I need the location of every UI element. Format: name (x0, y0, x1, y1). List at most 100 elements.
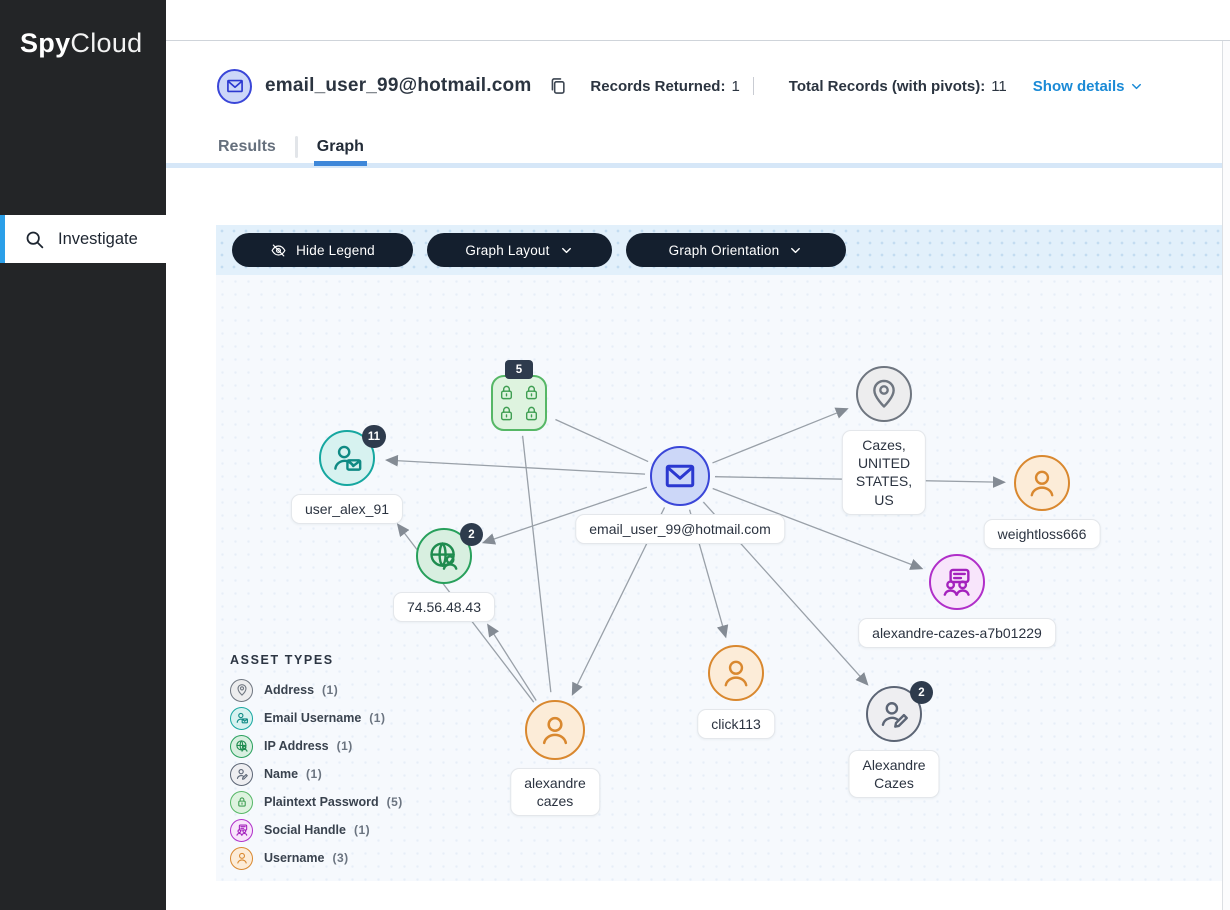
records-returned-label: Records Returned: (590, 78, 725, 95)
show-details-label: Show details (1033, 78, 1125, 95)
legend-item-label: Name (264, 767, 298, 781)
username-icon (1025, 466, 1059, 500)
graph-node-label-alexandre[interactable]: alexandre cazes (510, 768, 600, 816)
tab-graph[interactable]: Graph (317, 138, 364, 156)
graph-node-label-email[interactable]: email_user_99@hotmail.com (575, 514, 785, 544)
address-icon (867, 377, 901, 411)
show-details-link[interactable]: Show details (1033, 78, 1145, 95)
total-records-stat: Total Records (with pivots): 11 (789, 78, 1007, 95)
legend-title: ASSET TYPES (230, 653, 403, 667)
logo-bold: Spy (20, 28, 70, 58)
social-icon (940, 565, 974, 599)
eye-off-icon (270, 242, 287, 259)
records-returned-value: 1 (731, 78, 739, 95)
total-records-label: Total Records (with pivots): (789, 78, 985, 95)
email-type-icon (217, 69, 252, 104)
ip-icon (230, 735, 253, 758)
graph-node-weightloss666[interactable] (1014, 455, 1070, 511)
graph-node-label-weightloss666[interactable]: weightloss666 (984, 519, 1101, 549)
hide-legend-label: Hide Legend (296, 243, 375, 258)
graph-node-name[interactable]: 2 (866, 686, 922, 742)
legend-item-label: Email Username (264, 711, 361, 725)
password-locks-icon (496, 382, 542, 424)
graph-orientation-label: Graph Orientation (669, 243, 780, 258)
legend-item-count: (1) (369, 711, 385, 725)
username-icon (719, 656, 753, 690)
top-bar (166, 0, 1230, 41)
graph-node-user_alex_91[interactable]: 11 (319, 430, 375, 486)
graph-panel: Hide Legend Graph Layout Graph Orientati… (216, 225, 1226, 881)
graph-canvas[interactable]: ASSET TYPES Address(1)Email Username(1)I… (216, 275, 1226, 881)
graph-node-label-name[interactable]: Alexandre Cazes (848, 750, 939, 798)
total-records-value: 11 (991, 78, 1007, 95)
graph-node-label-click113[interactable]: click113 (697, 709, 775, 739)
legend-item-count: (1) (306, 767, 322, 781)
legend-item-count: (1) (322, 683, 338, 697)
sidebar-item-investigate[interactable]: Investigate (0, 215, 166, 263)
legend-item-name: Name (1) (230, 760, 403, 788)
legend: ASSET TYPES Address(1)Email Username(1)I… (230, 653, 403, 872)
node-badge: 2 (460, 523, 483, 546)
graph-node-label-address[interactable]: Cazes, UNITED STATES, US (842, 430, 926, 515)
graph-node-label-ip[interactable]: 74.56.48.43 (393, 592, 495, 622)
legend-item-label: Plaintext Password (264, 795, 379, 809)
graph-node-email[interactable] (650, 446, 710, 506)
email-icon (662, 458, 698, 494)
node-badge: 5 (505, 360, 533, 379)
tab-divider (295, 136, 298, 158)
graph-node-social[interactable] (929, 554, 985, 610)
username-icon (230, 847, 253, 870)
legend-items: Address (1) Email Username (1) IP Address (1)… (230, 676, 403, 872)
app-root: SpyCloud Investigate email_user_99@hotma… (0, 0, 1230, 910)
legend-item-label: Username (264, 851, 324, 865)
legend-item-label: IP Address (264, 739, 329, 753)
legend-item-username: Username (3) (230, 844, 403, 872)
legend-item-label: Address (264, 683, 314, 697)
legend-item-password: Plaintext Password (5) (230, 788, 403, 816)
page-title: email_user_99@hotmail.com (265, 75, 531, 97)
node-badge: 11 (362, 425, 386, 448)
legend-item-ip: IP Address (1) (230, 732, 403, 760)
legend-item-social: Social Handle(1) (230, 816, 403, 844)
graph-node-label-user_alex_91[interactable]: user_alex_91 (291, 494, 403, 524)
address-icon (230, 679, 253, 702)
graph-node-click113[interactable] (708, 645, 764, 701)
records-returned-stat: Records Returned: 1 (590, 78, 739, 95)
chevron-down-icon (1129, 79, 1144, 94)
graph-node-password-cluster[interactable]: 5 (491, 375, 547, 431)
node-badge: 2 (910, 681, 933, 704)
graph-orientation-button[interactable]: Graph Orientation (626, 233, 846, 267)
legend-item-count: (1) (337, 739, 353, 753)
chevron-down-icon (559, 243, 574, 258)
legend-item-address: Address (1) (230, 676, 403, 704)
name-icon (230, 763, 253, 786)
graph-toolbar: Hide Legend Graph Layout Graph Orientati… (216, 225, 1226, 275)
legend-item-count: (5) (387, 795, 403, 809)
stat-divider (753, 77, 754, 95)
main-area: email_user_99@hotmail.com Records Return… (166, 0, 1230, 910)
vertical-scrollbar[interactable] (1222, 41, 1230, 910)
graph-node-alexandre[interactable] (525, 700, 585, 760)
tab-bar: Results Graph (166, 131, 1222, 168)
legend-item-email_username: Email Username (1) (230, 704, 403, 732)
logo-light: Cloud (70, 28, 142, 58)
sidebar-item-label: Investigate (58, 230, 138, 249)
graph-node-address[interactable] (856, 366, 912, 422)
graph-layout-button[interactable]: Graph Layout (427, 233, 612, 267)
search-result-header: email_user_99@hotmail.com Records Return… (166, 41, 1230, 131)
email_username-icon (330, 441, 364, 475)
copy-icon[interactable] (548, 76, 568, 96)
legend-item-count: (3) (332, 851, 348, 865)
graph-node-ip[interactable]: 2 (416, 528, 472, 584)
hide-legend-button[interactable]: Hide Legend (232, 233, 413, 267)
chevron-down-icon (788, 243, 803, 258)
social-icon (230, 819, 253, 842)
username-icon (537, 712, 573, 748)
tab-results[interactable]: Results (218, 138, 276, 156)
graph-layout-label: Graph Layout (465, 243, 549, 258)
email_username-icon (230, 707, 253, 730)
password-icon (230, 791, 253, 814)
legend-item-count: (1) (354, 823, 370, 837)
search-icon (24, 229, 45, 250)
graph-node-label-social[interactable]: alexandre-cazes-a7b01229 (858, 618, 1056, 648)
